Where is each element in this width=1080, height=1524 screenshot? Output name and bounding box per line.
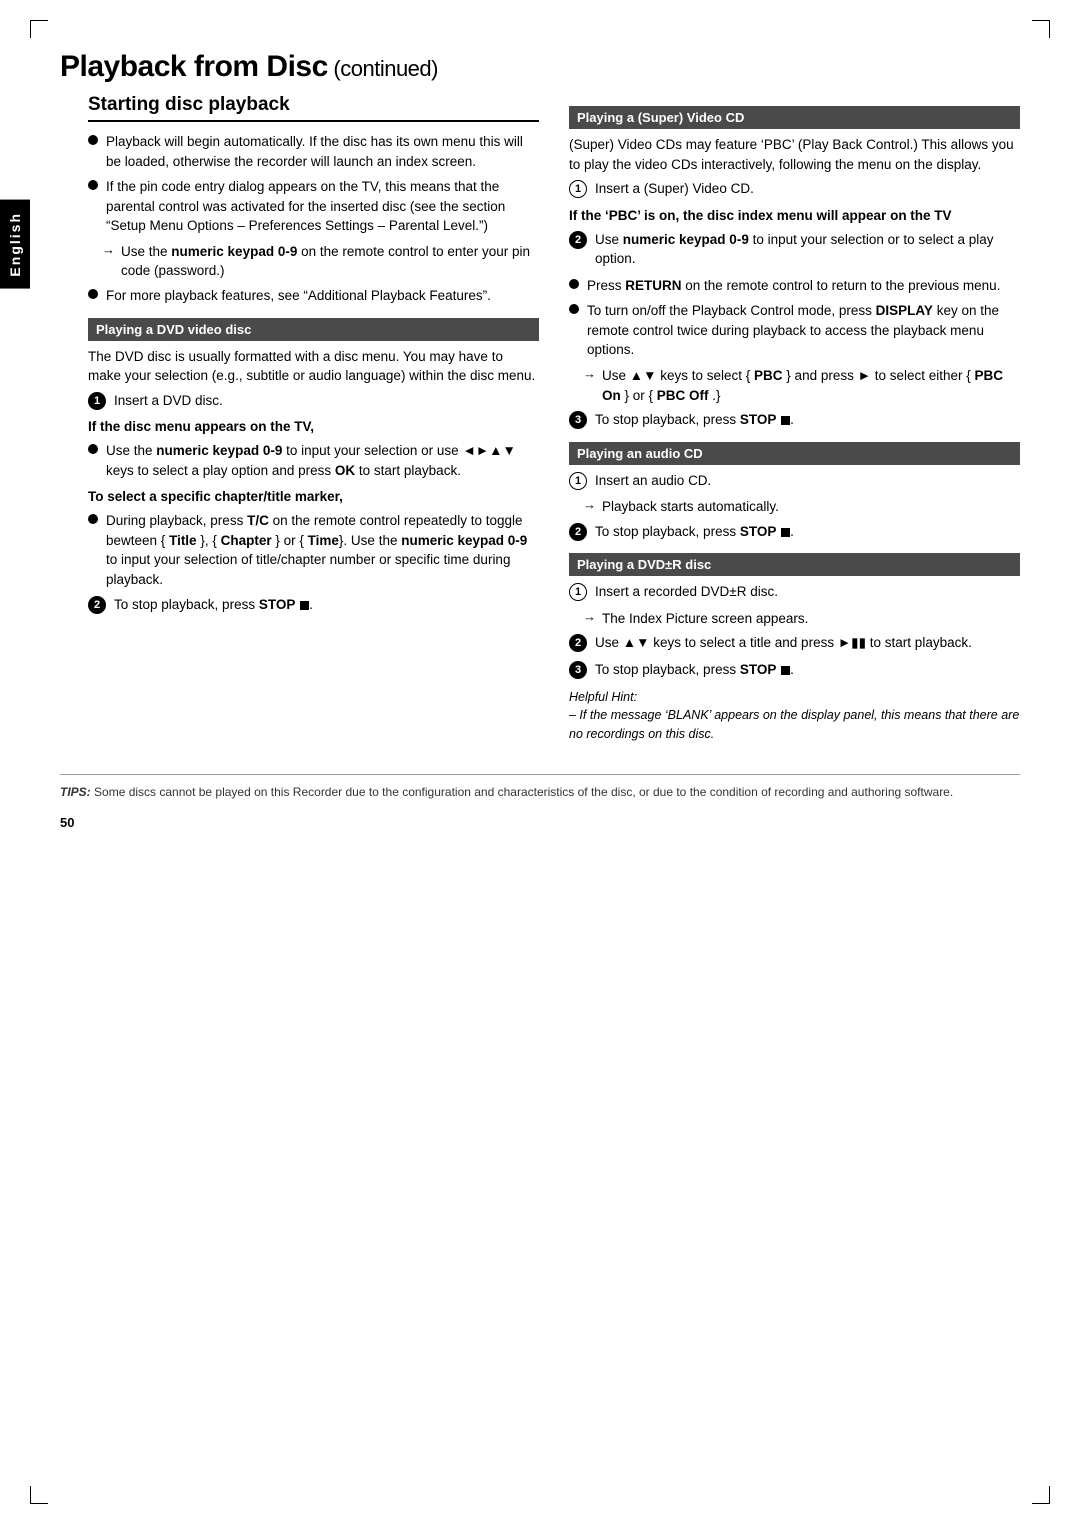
- dvd-if-menu-heading: If the disc menu appears on the TV,: [88, 418, 539, 437]
- step-text-2-dvdr: Use ▲▼ keys to select a title and press …: [595, 633, 1020, 653]
- arrow-pin: → Use the numeric keypad 0-9 on the remo…: [102, 242, 539, 281]
- arrow-symbol-pin: →: [102, 242, 115, 257]
- helpful-hint-text: – If the message ‘BLANK’ appears on the …: [569, 706, 1020, 744]
- dvdr-bar: Playing a DVD±R disc: [569, 553, 1020, 576]
- tips-text: Some discs cannot be played on this Reco…: [94, 785, 953, 799]
- step-text-1-acd: Insert an audio CD.: [595, 471, 1020, 491]
- audio-cd-bar: Playing an audio CD: [569, 442, 1020, 465]
- title-continued: (continued): [328, 56, 438, 81]
- bullet-text-chapter: During playback, press T/C on the remote…: [106, 511, 539, 589]
- page-number: 50: [60, 815, 1020, 830]
- arrow-text-acd: Playback starts automatically.: [602, 497, 1020, 517]
- dvd-bar: Playing a DVD video disc: [88, 318, 539, 341]
- bullet-numeric: Use the numeric keypad 0-9 to input your…: [88, 441, 539, 480]
- chapter-title-heading: To select a specific chapter/title marke…: [88, 488, 539, 507]
- arrow-symbol-dvdr: →: [583, 609, 596, 624]
- bullet-circle-2: [88, 180, 98, 190]
- step-1-dvd: 1 Insert a DVD disc.: [88, 391, 539, 411]
- bullet-text-return: Press RETURN on the remote control to re…: [587, 276, 1020, 296]
- step-1-dvdr: 1 Insert a recorded DVD±R disc.: [569, 582, 1020, 602]
- step-num-2-dvdr: 2: [569, 634, 587, 652]
- bullet-chapter: During playback, press T/C on the remote…: [88, 511, 539, 589]
- step-text-1-svcd: Insert a (Super) Video CD.: [595, 179, 1020, 199]
- step-3-dvdr: 3 To stop playback, press STOP .: [569, 660, 1020, 680]
- bullet-circle-numeric: [88, 444, 98, 454]
- step-text-2-dvd: To stop playback, press STOP .: [114, 595, 539, 615]
- step-num-1-dvd: 1: [88, 392, 106, 410]
- step-num-2-acd: 2: [569, 523, 587, 541]
- step-text-1-dvd: Insert a DVD disc.: [114, 391, 539, 411]
- arrow-symbol-acd: →: [583, 497, 596, 512]
- step-2-acd: 2 To stop playback, press STOP .: [569, 522, 1020, 542]
- main-title: Playback from Disc (continued): [60, 50, 1020, 84]
- step-2-dvd: 2 To stop playback, press STOP .: [88, 595, 539, 615]
- arrow-dvdr: → The Index Picture screen appears.: [583, 609, 1020, 629]
- dvd-intro-text: The DVD disc is usually formatted with a…: [88, 347, 539, 386]
- corner-tl: [30, 20, 48, 38]
- stop-icon-dvdr: [781, 666, 790, 675]
- bullet-return: Press RETURN on the remote control to re…: [569, 276, 1020, 296]
- step-num-2-dvd: 2: [88, 596, 106, 614]
- step-2-svcd: 2 Use numeric keypad 0-9 to input your s…: [569, 230, 1020, 269]
- chapter-title-heading-text: To select a specific chapter/title marke…: [88, 489, 343, 504]
- step-text-2-svcd: Use numeric keypad 0-9 to input your sel…: [595, 230, 1020, 269]
- arrow-acd: → Playback starts automatically.: [583, 497, 1020, 517]
- bullet-text-1: Playback will begin automatically. If th…: [106, 132, 539, 171]
- step-1-svcd: 1 Insert a (Super) Video CD.: [569, 179, 1020, 199]
- pbc-heading-text: If the ‘PBC’ is on, the disc index menu …: [569, 208, 952, 223]
- content-area: Starting disc playback Playback will beg…: [60, 94, 1020, 744]
- step-1-acd: 1 Insert an audio CD.: [569, 471, 1020, 491]
- super-vcd-bar: Playing a (Super) Video CD: [569, 106, 1020, 129]
- stop-icon-dvd: [300, 601, 309, 610]
- step-text-3-svcd: To stop playback, press STOP .: [595, 410, 1020, 430]
- left-column: Starting disc playback Playback will beg…: [60, 94, 539, 744]
- step-num-3-dvdr: 3: [569, 661, 587, 679]
- step-text-2-acd: To stop playback, press STOP .: [595, 522, 1020, 542]
- tips-label: TIPS:: [60, 785, 91, 799]
- step-3-svcd: 3 To stop playback, press STOP .: [569, 410, 1020, 430]
- step-num-3-svcd: 3: [569, 411, 587, 429]
- step-num-1-dvdr: 1: [569, 583, 587, 601]
- bullet-circle-chapter: [88, 514, 98, 524]
- stop-icon-svcd: [781, 416, 790, 425]
- bullet-text-display: To turn on/off the Playback Control mode…: [587, 301, 1020, 360]
- step-num-1-svcd: 1: [569, 180, 587, 198]
- step-text-3-dvdr: To stop playback, press STOP .: [595, 660, 1020, 680]
- page: English Playback from Disc (continued) S…: [0, 0, 1080, 1524]
- step-2-dvdr: 2 Use ▲▼ keys to select a title and pres…: [569, 633, 1020, 653]
- right-column: Playing a (Super) Video CD (Super) Video…: [569, 94, 1020, 744]
- bullet-item-2: If the pin code entry dialog appears on …: [88, 177, 539, 236]
- arrow-symbol-pbc: →: [583, 366, 596, 381]
- corner-tr: [1032, 20, 1050, 38]
- section-heading: Starting disc playback: [88, 94, 539, 122]
- stop-icon-acd: [781, 528, 790, 537]
- step-text-1-dvdr: Insert a recorded DVD±R disc.: [595, 582, 1020, 602]
- bullet-text-2: If the pin code entry dialog appears on …: [106, 177, 539, 236]
- english-tab: English: [0, 200, 30, 289]
- pbc-heading: If the ‘PBC’ is on, the disc index menu …: [569, 207, 1020, 226]
- corner-br: [1032, 1486, 1050, 1504]
- corner-bl: [30, 1486, 48, 1504]
- bullet-circle-display: [569, 304, 579, 314]
- step-num-1-acd: 1: [569, 472, 587, 490]
- bullet-circle-more: [88, 289, 98, 299]
- helpful-hint: Helpful Hint: – If the message ‘BLANK’ a…: [569, 688, 1020, 744]
- bullet-text-more: For more playback features, see “Additio…: [106, 286, 539, 306]
- tips-bar: TIPS: Some discs cannot be played on thi…: [60, 774, 1020, 801]
- step-num-2-svcd: 2: [569, 231, 587, 249]
- title-text: Playback from Disc: [60, 50, 328, 83]
- bullet-display: To turn on/off the Playback Control mode…: [569, 301, 1020, 360]
- bullet-item-1: Playback will begin automatically. If th…: [88, 132, 539, 171]
- arrow-text-dvdr: The Index Picture screen appears.: [602, 609, 1020, 629]
- bullet-circle-return: [569, 279, 579, 289]
- super-vcd-intro: (Super) Video CDs may feature ‘PBC’ (Pla…: [569, 135, 1020, 174]
- arrow-text-pin: Use the numeric keypad 0-9 on the remote…: [121, 242, 539, 281]
- helpful-hint-title: Helpful Hint:: [569, 688, 1020, 707]
- bullet-text-numeric: Use the numeric keypad 0-9 to input your…: [106, 441, 539, 480]
- bullet-circle-1: [88, 135, 98, 145]
- arrow-pbc: → Use ▲▼ keys to select { PBC } and pres…: [583, 366, 1020, 405]
- arrow-text-pbc: Use ▲▼ keys to select { PBC } and press …: [602, 366, 1020, 405]
- bullet-item-more: For more playback features, see “Additio…: [88, 286, 539, 306]
